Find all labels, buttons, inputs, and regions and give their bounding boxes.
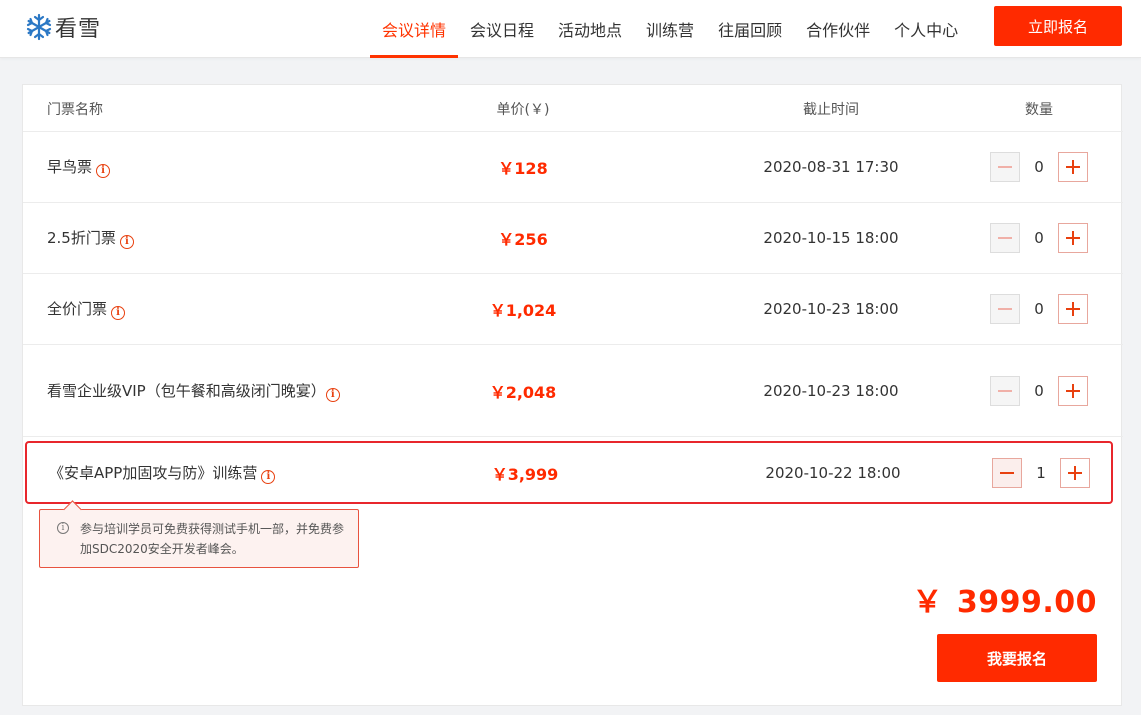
nav-item-venue[interactable]: 活动地点 [546,0,634,58]
nav-item-history[interactable]: 往届回顾 [706,0,794,58]
ticket-price: ￥128 [498,159,548,178]
table-row: 全价门票 i ￥1,024 2020-10-23 18:00 0 [23,274,1123,345]
quantity-value: 0 [1034,158,1044,176]
ticket-deadline: 2020-10-23 18:00 [763,381,899,400]
ticket-deadline: 2020-10-23 18:00 [763,300,899,318]
quantity-stepper: 0 [990,152,1088,182]
ticket-name: 早鸟票 [47,158,93,176]
ticket-name: 全价门票 [47,300,108,318]
nav-item-training[interactable]: 训练营 [634,0,706,58]
column-header-deadline: 截止时间 [803,101,859,118]
info-icon[interactable]: i [111,306,126,320]
logo-text: 看雪 [55,17,102,42]
plus-icon[interactable] [1058,294,1088,324]
ticket-name: 《安卓APP加固攻与防》训练营 [49,463,258,482]
minus-icon[interactable] [990,223,1020,253]
main-nav: 会议详情 会议日程 活动地点 训练营 往届回顾 合作伙伴 个人中心 [370,0,970,58]
info-icon: i [57,522,69,534]
quantity-value: 0 [1034,300,1044,318]
info-icon[interactable]: i [261,469,276,484]
quantity-value: 0 [1034,229,1044,247]
ticket-price: ￥1,024 [489,301,557,320]
table-header: 门票名称 单价(￥) 截止时间 数量 [23,85,1123,132]
info-icon[interactable]: i [325,387,340,402]
tooltip-text: 参与培训学员可免费获得测试手机一部，并免费参加SDC2020安全开发者峰会。 [80,522,345,556]
order-total: ￥ 3999.00 [912,577,1097,621]
minus-icon[interactable] [990,375,1020,406]
plus-icon[interactable] [1058,152,1088,182]
table-row: 看雪企业级VIP（包午餐和高级闭门晚宴） i ￥2,048 2020-10-23 … [23,345,1123,437]
nav-item-profile[interactable]: 个人中心 [882,0,970,58]
quantity-stepper: 1 [992,457,1090,488]
quantity-value: 0 [1034,381,1044,400]
column-header-name: 门票名称 [47,101,103,118]
column-header-quantity: 数量 [1025,101,1053,118]
ticket-name: 看雪企业级VIP（包午餐和高级闭门晚宴） [47,381,326,400]
total-amount: 3999.00 [956,585,1097,620]
ticket-deadline: 2020-10-15 18:00 [763,229,899,247]
nav-item-partners[interactable]: 合作伙伴 [794,0,882,58]
ticket-price: ￥256 [498,230,548,249]
register-button[interactable]: 我要报名 [937,634,1097,682]
quantity-stepper: 0 [990,294,1088,324]
ticket-deadline: 2020-08-31 17:30 [763,158,899,176]
ticket-price: ￥2,048 [489,382,557,402]
minus-icon[interactable] [990,152,1020,182]
nav-item-schedule[interactable]: 会议日程 [458,0,546,58]
plus-icon[interactable] [1058,375,1088,406]
column-header-price: 单价(￥) [496,101,550,118]
info-icon[interactable]: i [119,235,134,249]
ticket-panel: 门票名称 单价(￥) 截止时间 数量 早鸟票 i ￥128 2020-08-31 … [22,84,1123,706]
info-tooltip: i 参与培训学员可免费获得测试手机一部，并免费参加SDC2020安全开发者峰会。 [39,509,359,568]
plus-icon[interactable] [1060,457,1090,488]
table-row: 早鸟票 i ￥128 2020-08-31 17:30 0 [23,132,1123,203]
table-row: 2.5折门票 i ￥256 2020-10-15 18:00 0 [23,203,1123,274]
info-icon[interactable]: i [96,164,111,178]
nav-item-details[interactable]: 会议详情 [370,0,459,58]
minus-icon[interactable] [992,457,1022,488]
quantity-stepper: 0 [990,223,1088,253]
ticket-price: ￥3,999 [491,464,559,484]
table-row-selected[interactable]: 《安卓APP加固攻与防》训练营 i ￥3,999 2020-10-22 18:00… [25,441,1113,504]
site-header: 看雪 会议详情 会议日程 活动地点 训练营 往届回顾 合作伙伴 个人中心 立即报… [0,0,1141,58]
snowflake-icon [26,13,52,41]
plus-icon[interactable] [1058,223,1088,253]
ticket-name: 2.5折门票 [47,229,116,247]
quantity-stepper: 0 [990,375,1088,406]
ticket-deadline: 2020-10-22 18:00 [765,463,901,482]
register-now-button[interactable]: 立即报名 [994,6,1122,46]
minus-icon[interactable] [990,294,1020,324]
site-logo[interactable]: 看雪 [25,12,101,42]
quantity-value: 1 [1036,463,1046,482]
currency-symbol: ￥ [912,585,943,620]
